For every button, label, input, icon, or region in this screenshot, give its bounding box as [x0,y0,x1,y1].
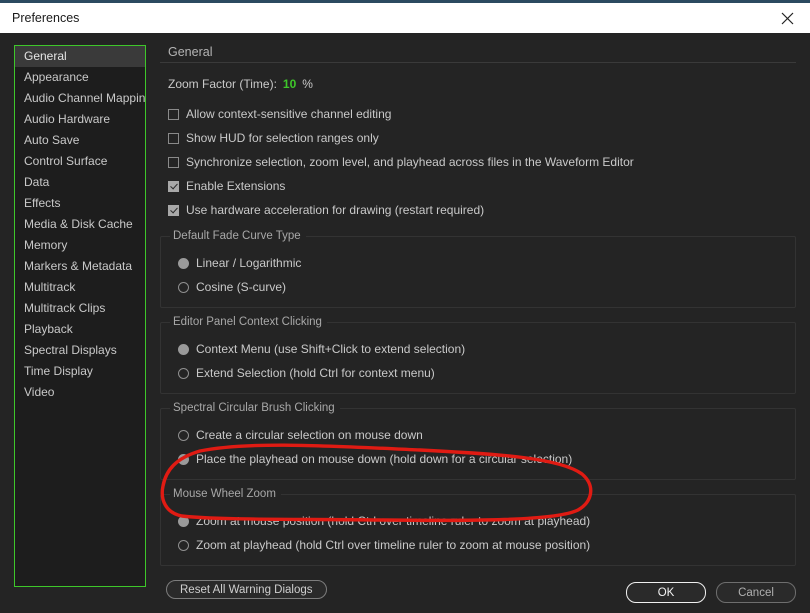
option-group-title: Spectral Circular Brush Clicking [170,402,340,414]
option-group: Default Fade Curve Type Linear / Logarith… [160,230,796,308]
reset-all-warning-dialogs-button[interactable]: Reset All Warning Dialogs [166,580,327,599]
option-group: Editor Panel Context Clicking Context Men… [160,316,796,394]
option-group: Spectral Circular Brush Clicking Create a… [160,402,796,480]
sidebar-item-auto-save[interactable]: Auto Save [15,130,145,151]
radio-unselected-icon[interactable] [178,539,189,551]
checkbox-row[interactable]: Show HUD for selection ranges only [160,126,796,150]
checkbox-row[interactable]: Synchronize selection, zoom level, and p… [160,150,796,174]
radio-selected-icon[interactable] [178,343,189,355]
radio-row[interactable]: Extend Selection (hold Ctrl for context … [169,361,787,385]
zoom-factor-unit: % [302,77,313,91]
radio-row[interactable]: Place the playhead on mouse down (hold d… [169,447,787,471]
zoom-factor-label: Zoom Factor (Time): [168,77,277,91]
option-group: Mouse Wheel Zoom Zoom at mouse position (… [160,488,796,566]
checkbox-unchecked-icon[interactable] [168,156,179,168]
radio-selected-icon[interactable] [178,515,189,527]
sidebar-item-multitrack-clips[interactable]: Multitrack Clips [15,298,145,319]
radio-label: Linear / Logarithmic [196,256,302,270]
radio-label: Cosine (S-curve) [196,280,287,294]
ok-button[interactable]: OK [626,582,706,603]
radio-row[interactable]: Zoom at playhead (hold Ctrl over timelin… [169,533,787,557]
radio-unselected-icon[interactable] [178,281,189,293]
option-group-title: Default Fade Curve Type [170,230,306,242]
window-title: Preferences [12,11,80,25]
checkbox-label: Allow context-sensitive channel editing [186,107,392,121]
checkbox-checked-icon[interactable] [168,180,179,192]
option-group-list: Default Fade Curve Type Linear / Logarith… [160,230,796,566]
preferences-category-list[interactable]: General Appearance Audio Channel Mapping Au… [14,45,146,587]
checkbox-label: Use hardware acceleration for drawing (r… [186,203,485,217]
sidebar-item-spectral-displays[interactable]: Spectral Displays [15,340,145,361]
checkbox-label: Synchronize selection, zoom level, and p… [186,155,634,169]
radio-label: Place the playhead on mouse down (hold d… [196,452,573,466]
sidebar-item-audio-channel-mapping[interactable]: Audio Channel Mapping [15,88,145,109]
radio-unselected-icon[interactable] [178,429,189,441]
zoom-factor-row: Zoom Factor (Time): 10 % [160,77,796,91]
checkbox-checked-icon[interactable] [168,204,179,216]
page-title: General [168,45,213,59]
preferences-dialog-body: General Appearance Audio Channel Mapping Au… [0,33,810,613]
radio-row[interactable]: Linear / Logarithmic [169,251,787,275]
sidebar-item-data[interactable]: Data [15,172,145,193]
radio-label: Extend Selection (hold Ctrl for context … [196,366,435,380]
radio-row[interactable]: Create a circular selection on mouse dow… [169,423,787,447]
zoom-factor-input[interactable]: 10 [283,77,296,91]
sidebar-item-media-disk-cache[interactable]: Media & Disk Cache [15,214,145,235]
sidebar-item-general[interactable]: General [15,46,145,67]
sidebar-item-audio-hardware[interactable]: Audio Hardware [15,109,145,130]
sidebar-item-memory[interactable]: Memory [15,235,145,256]
sidebar-item-markers-metadata[interactable]: Markers & Metadata [15,256,145,277]
radio-label: Zoom at playhead (hold Ctrl over timelin… [196,538,591,552]
checkbox-label: Enable Extensions [186,179,286,193]
radio-selected-icon[interactable] [178,257,189,269]
checkbox-row[interactable]: Enable Extensions [160,174,796,198]
sidebar-item-appearance[interactable]: Appearance [15,67,145,88]
dialog-footer: OK Cancel [626,582,796,603]
radio-label: Zoom at mouse position (hold Ctrl over t… [196,514,591,528]
checkbox-unchecked-icon[interactable] [168,132,179,144]
sidebar-item-playback[interactable]: Playback [15,319,145,340]
sidebar-item-effects[interactable]: Effects [15,193,145,214]
preferences-main-panel: General Zoom Factor (Time): 10 % Allow c… [160,45,796,601]
close-icon[interactable] [764,3,810,33]
option-group-title: Editor Panel Context Clicking [170,316,327,328]
checkbox-row[interactable]: Use hardware acceleration for drawing (r… [160,198,796,222]
sidebar-item-time-display[interactable]: Time Display [15,361,145,382]
window-titlebar: Preferences [0,3,810,33]
general-checkbox-list: Allow context-sensitive channel editing S… [160,102,796,222]
radio-label: Create a circular selection on mouse dow… [196,428,423,442]
checkbox-label: Show HUD for selection ranges only [186,131,379,145]
radio-row[interactable]: Context Menu (use Shift+Click to extend … [169,337,787,361]
sidebar-item-multitrack[interactable]: Multitrack [15,277,145,298]
cancel-button[interactable]: Cancel [716,582,796,603]
option-group-title: Mouse Wheel Zoom [170,488,281,500]
sidebar-item-video[interactable]: Video [15,382,145,403]
checkbox-unchecked-icon[interactable] [168,108,179,120]
radio-unselected-icon[interactable] [178,367,189,379]
radio-row[interactable]: Zoom at mouse position (hold Ctrl over t… [169,509,787,533]
radio-label: Context Menu (use Shift+Click to extend … [196,342,466,356]
sidebar-item-control-surface[interactable]: Control Surface [15,151,145,172]
heading-divider [160,62,796,63]
radio-selected-icon[interactable] [178,453,189,465]
radio-row[interactable]: Cosine (S-curve) [169,275,787,299]
checkbox-row[interactable]: Allow context-sensitive channel editing [160,102,796,126]
